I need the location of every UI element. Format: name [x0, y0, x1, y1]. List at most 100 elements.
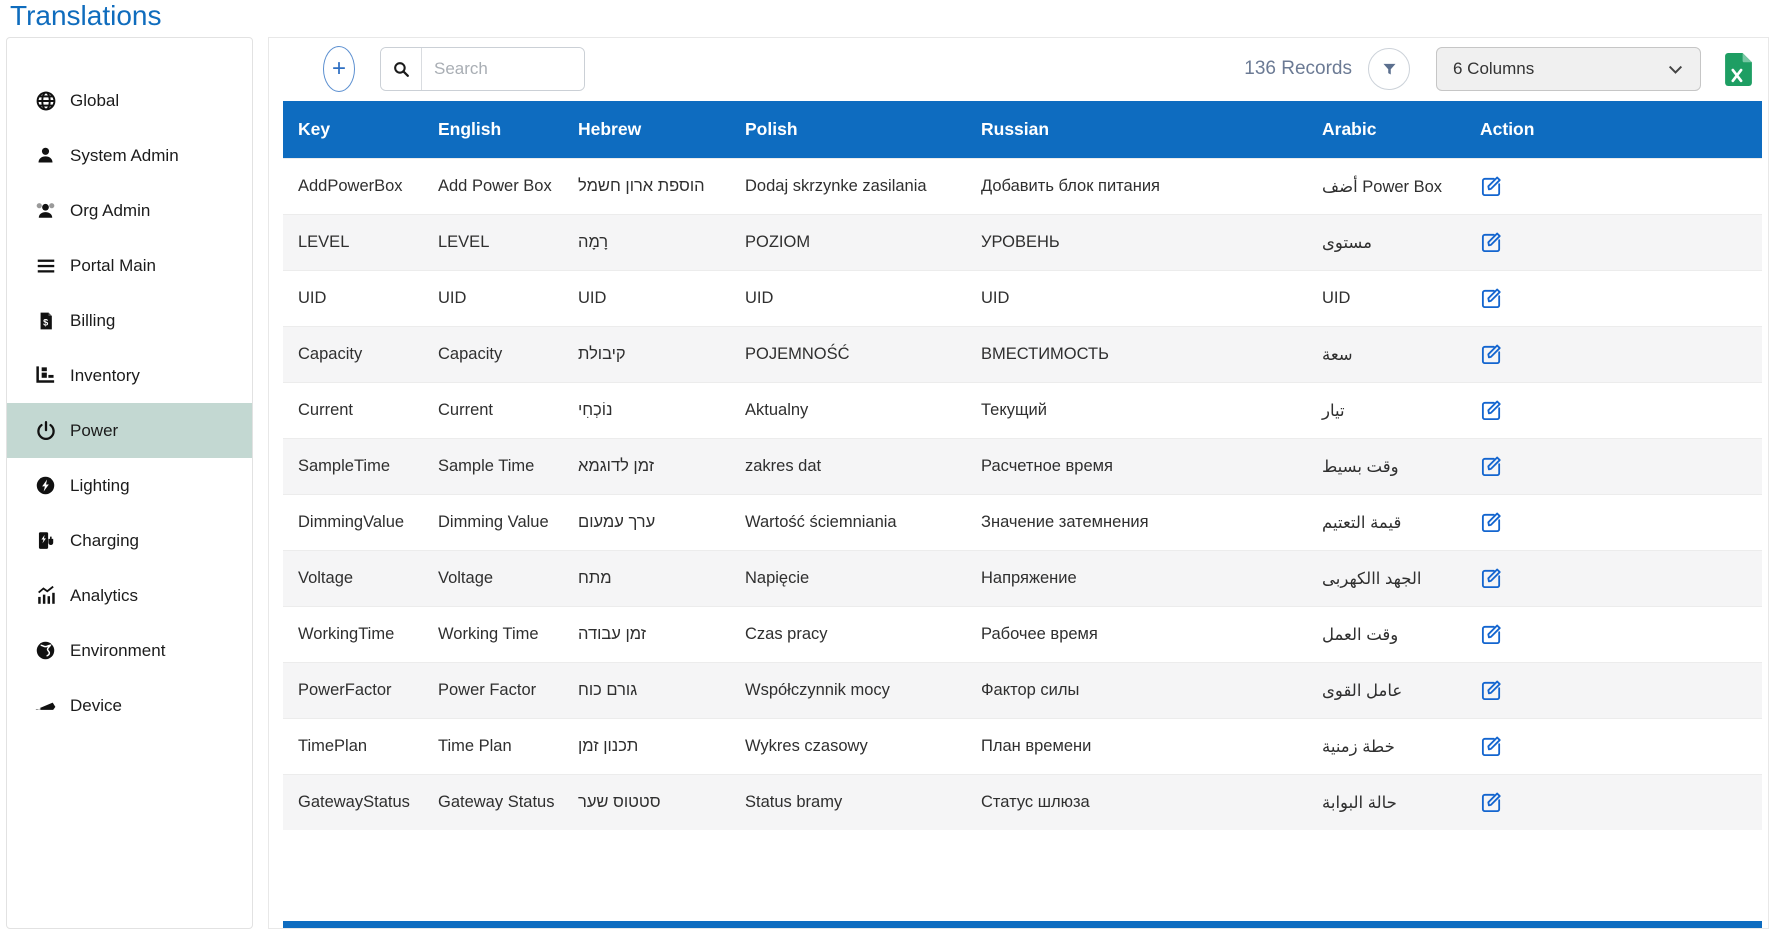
sidebar-item-global[interactable]: Global	[7, 73, 252, 128]
table-row: LEVEL LEVEL רָמָה POZIOM УРОВЕНЬ مستوى	[283, 214, 1762, 271]
sidebar-item-label: Global	[70, 90, 120, 110]
toolbar: + 136 Records 6 Columns	[269, 38, 1768, 100]
cell-arabic: مستوى	[1307, 214, 1465, 271]
cell-action	[1465, 550, 1762, 607]
cell-english: Sample Time	[423, 438, 563, 495]
edit-button[interactable]	[1480, 231, 1503, 254]
filter-button[interactable]	[1368, 48, 1410, 90]
cell-arabic: وقت العمل	[1307, 606, 1465, 663]
table-row: Voltage Voltage מתח Napięcie Напряжение …	[283, 550, 1762, 607]
cell-arabic: UID	[1307, 270, 1465, 327]
cell-hebrew: נוֹכְחִי	[563, 382, 730, 439]
cell-key: PowerFactor	[283, 662, 423, 719]
edit-pencil-icon	[1480, 231, 1503, 254]
edit-pencil-icon	[1480, 679, 1503, 702]
column-header-action: Action	[1465, 101, 1762, 159]
sidebar: Global System Admin Org Admin Portal Main $ B…	[6, 37, 253, 929]
edit-button[interactable]	[1480, 735, 1503, 758]
cell-english: LEVEL	[423, 214, 563, 271]
cell-key: WorkingTime	[283, 606, 423, 663]
sidebar-item-device[interactable]: Device	[7, 678, 252, 733]
table-row: TimePlan Time Plan תכנון זמן Wykres czas…	[283, 718, 1762, 775]
table-row: GatewayStatus Gateway Status סטטוס שער S…	[283, 774, 1762, 830]
cell-hebrew: ערך עמעום	[563, 494, 730, 551]
table-row: PowerFactor Power Factor גורם כוח Współc…	[283, 662, 1762, 719]
table-row: SampleTime Sample Time זמן לדוגמא zakres…	[283, 438, 1762, 495]
cell-hebrew: קיבולת	[563, 326, 730, 383]
column-header-arabic: Arabic	[1307, 101, 1465, 159]
sidebar-item-label: Inventory	[70, 365, 140, 385]
edit-pencil-icon	[1480, 511, 1503, 534]
columns-dropdown[interactable]: 6 Columns	[1436, 47, 1701, 91]
edit-button[interactable]	[1480, 791, 1503, 814]
edit-button[interactable]	[1480, 567, 1503, 590]
columns-dropdown-value: 6 Columns	[1453, 59, 1535, 78]
edit-button[interactable]	[1480, 399, 1503, 422]
cell-russian: Фактор силы	[966, 662, 1307, 719]
cell-russian: ВМЕСТИМОСТЬ	[966, 326, 1307, 383]
edit-pencil-icon	[1480, 623, 1503, 646]
cell-hebrew: סטטוס שער	[563, 774, 730, 830]
sidebar-item-power[interactable]: Power	[7, 403, 252, 458]
sidebar-item-label: Charging	[70, 530, 139, 550]
sidebar-item-inventory[interactable]: Inventory	[7, 348, 252, 403]
inventory-cart-icon	[34, 364, 57, 387]
edit-button[interactable]	[1480, 287, 1503, 310]
sidebar-item-environment[interactable]: Environment	[7, 623, 252, 678]
sidebar-item-portal-main[interactable]: Portal Main	[7, 238, 252, 293]
cell-hebrew: רָמָה	[563, 214, 730, 271]
edit-button[interactable]	[1480, 343, 1503, 366]
table-row: DimmingValue Dimming Value ערך עמעום War…	[283, 494, 1762, 551]
edit-button[interactable]	[1480, 175, 1503, 198]
cell-russian: Расчетное время	[966, 438, 1307, 495]
svg-text:$: $	[43, 317, 48, 327]
sidebar-item-label: Device	[70, 695, 122, 715]
cell-russian: План времени	[966, 718, 1307, 775]
cell-arabic: الجهد االكهربى	[1307, 550, 1465, 607]
edit-button[interactable]	[1480, 511, 1503, 534]
cell-arabic: خطة زمنية	[1307, 718, 1465, 775]
cell-english: Power Factor	[423, 662, 563, 719]
device-scanner-icon	[34, 694, 57, 717]
cell-key: Current	[283, 382, 423, 439]
search-icon	[381, 48, 421, 90]
export-excel-button[interactable]	[1725, 52, 1752, 86]
sidebar-item-billing[interactable]: $ Billing	[7, 293, 252, 348]
column-header-hebrew: Hebrew	[563, 101, 730, 159]
sidebar-item-org-admin[interactable]: Org Admin	[7, 183, 252, 238]
cell-key: Capacity	[283, 326, 423, 383]
column-header-polish: Polish	[730, 101, 966, 159]
cell-key: SampleTime	[283, 438, 423, 495]
cell-polish: Wykres czasowy	[730, 718, 966, 775]
cell-english: Current	[423, 382, 563, 439]
sidebar-item-system-admin[interactable]: System Admin	[7, 128, 252, 183]
cell-hebrew: UID	[563, 270, 730, 327]
cell-polish: Współczynnik mocy	[730, 662, 966, 719]
cell-action	[1465, 158, 1762, 215]
edit-button[interactable]	[1480, 623, 1503, 646]
sidebar-item-lighting[interactable]: Lighting	[7, 458, 252, 513]
cell-polish: zakres dat	[730, 438, 966, 495]
cell-polish: POJEMNOŚĆ	[730, 326, 966, 383]
cell-hebrew: הוספת ארון חשמל	[563, 158, 730, 215]
cell-action	[1465, 438, 1762, 495]
cell-action	[1465, 662, 1762, 719]
cell-action	[1465, 718, 1762, 775]
cell-key: GatewayStatus	[283, 774, 423, 830]
sidebar-item-charging[interactable]: Charging	[7, 513, 252, 568]
table-footer-bar	[283, 921, 1762, 928]
cell-russian: УРОВЕНЬ	[966, 214, 1307, 271]
sidebar-item-analytics[interactable]: Analytics	[7, 568, 252, 623]
filter-funnel-icon	[1381, 61, 1398, 78]
search-input[interactable]	[421, 48, 584, 90]
globe-icon	[34, 89, 57, 112]
edit-pencil-icon	[1480, 735, 1503, 758]
edit-pencil-icon	[1480, 175, 1503, 198]
cell-polish: POZIOM	[730, 214, 966, 271]
edit-button[interactable]	[1480, 455, 1503, 478]
menu-lines-icon	[34, 254, 57, 277]
cell-russian: Значение затемнения	[966, 494, 1307, 551]
add-record-button[interactable]: +	[323, 46, 355, 92]
cell-english: Time Plan	[423, 718, 563, 775]
edit-button[interactable]	[1480, 679, 1503, 702]
